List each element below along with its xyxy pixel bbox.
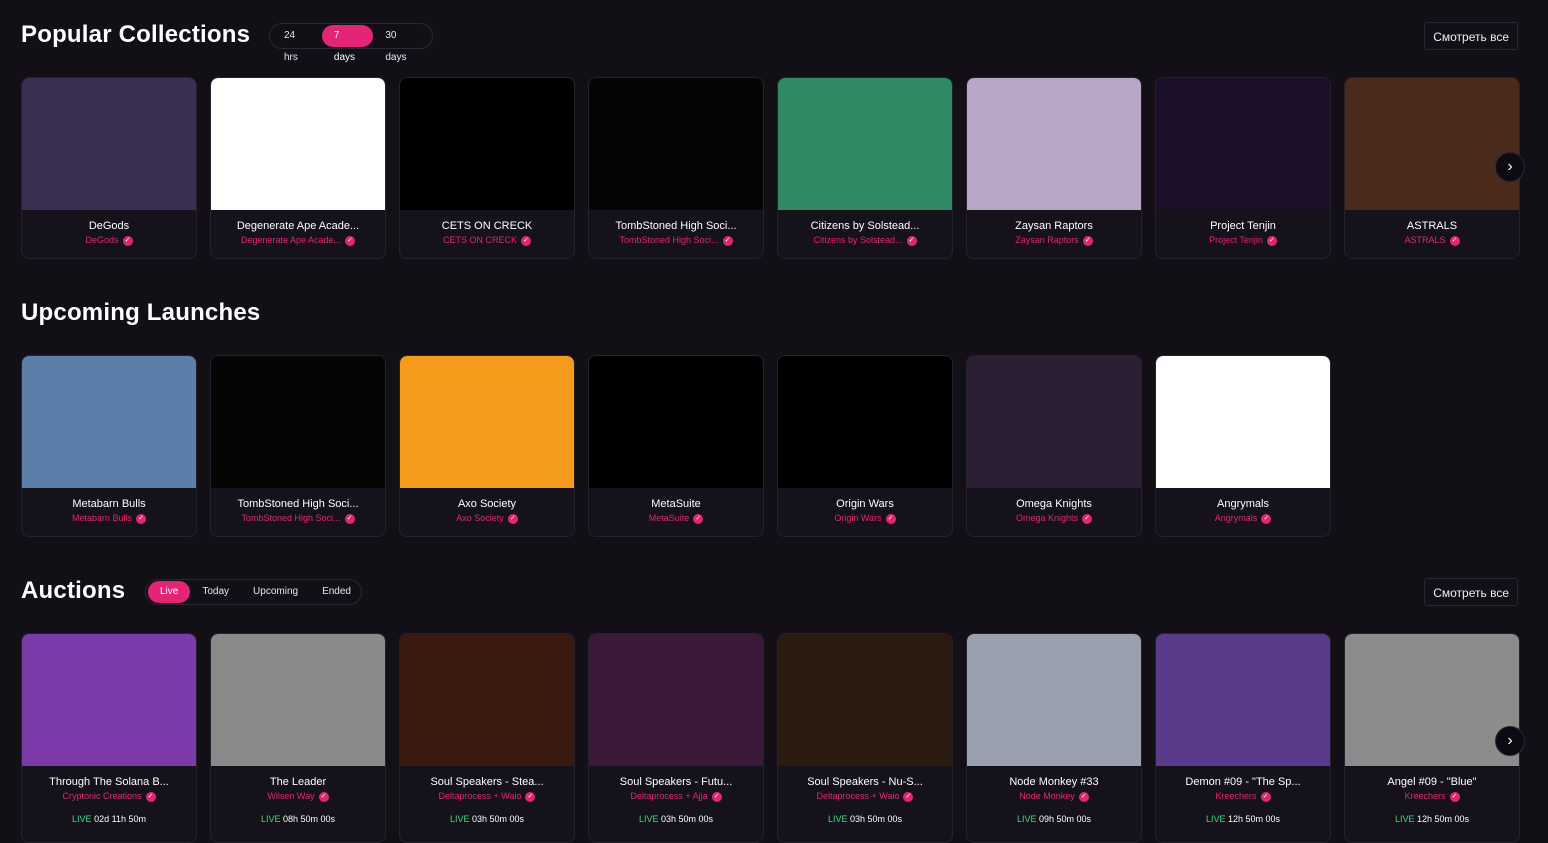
countdown-value: 12h 50m 00s (1416, 813, 1470, 824)
verified-icon: ✓ (318, 791, 329, 802)
countdown-value: 03h 50m 00s (471, 813, 525, 824)
auctions-card[interactable]: The Leader Wilsen Way ✓ LIVE 08h 50m 00s (210, 633, 386, 843)
countdown-value: 02d 11h 50m (94, 813, 146, 824)
auctions-see-all-button[interactable]: Смотреть все (1424, 578, 1518, 606)
verified-icon: ✓ (903, 791, 914, 802)
live-label: LIVE (638, 813, 659, 824)
auctions-card-creator-label: Wilsen Way (267, 791, 315, 801)
auctions-card-timer: LIVE 12h 50m 00s (1156, 814, 1330, 824)
auctions-card-timer: LIVE 08h 50m 00s (211, 814, 385, 824)
auctions-section: Auctions Live Today Upcoming Ended Смотр… (0, 0, 1548, 843)
live-label: LIVE (827, 813, 848, 824)
auctions-card-timer: LIVE 03h 50m 00s (589, 814, 763, 824)
auctions-card-creator[interactable]: Deltaprocess + Waio ✓ (400, 791, 574, 802)
auction-filter: Live Today Upcoming Ended (145, 579, 362, 605)
live-label: LIVE (1205, 813, 1226, 824)
auctions-card-creator[interactable]: Deltaprocess + Waio ✓ (778, 791, 952, 802)
auctions-card-name: Node Monkey #33 (1009, 776, 1099, 788)
auctions-card[interactable]: Demon #09 - "The Sp... Kreechers ✓ LIVE 12h… (1155, 633, 1331, 843)
verified-icon: ✓ (711, 791, 722, 802)
auctions-next-arrow-button[interactable]: › (1495, 726, 1525, 756)
filter-live[interactable]: Live (148, 581, 191, 603)
auctions-card-creator[interactable]: Node Monkey ✓ (967, 791, 1141, 802)
verified-icon: ✓ (1078, 791, 1089, 802)
auctions-card-creator[interactable]: Cryptonic Creations ✓ (22, 791, 196, 802)
auctions-card-name: The Leader (269, 776, 327, 788)
live-label: LIVE (72, 813, 92, 824)
auctions-card-creator-label: Node Monkey (1019, 791, 1075, 801)
auctions-card-creator[interactable]: Kreechers ✓ (1345, 791, 1519, 802)
auctions-card-creator-label: Kreechers (1404, 791, 1446, 801)
auctions-card[interactable]: Soul Speakers - Nu-S... Deltaprocess + Wa… (777, 633, 953, 843)
auctions-card-timer: LIVE 03h 50m 00s (778, 814, 952, 824)
auctions-card-creator[interactable]: Wilsen Way ✓ (211, 791, 385, 802)
auctions-card-image (1345, 634, 1519, 766)
auctions-card-creator[interactable]: Kreechers ✓ (1156, 791, 1330, 802)
live-label: LIVE (260, 813, 281, 824)
countdown-value: 09h 50m 00s (1038, 813, 1092, 824)
auctions-card-creator[interactable]: Deltaprocess + Ajja ✓ (589, 791, 763, 802)
auctions-card[interactable]: Node Monkey #33 Node Monkey ✓ LIVE 09h 50m … (966, 633, 1142, 843)
auctions-card-image (778, 634, 952, 766)
countdown-value: 03h 50m 00s (849, 813, 903, 824)
countdown-value: 08h 50m 00s (282, 813, 336, 824)
countdown-value: 03h 50m 00s (660, 813, 714, 824)
auctions-card[interactable]: Through The Solana B... Cryptonic Creatio… (21, 633, 197, 843)
auctions-card-timer: LIVE 02d 11h 50m (22, 814, 196, 824)
filter-ended[interactable]: Ended (310, 581, 363, 603)
auctions-card-image (589, 634, 763, 766)
auctions-title: Auctions (21, 577, 126, 604)
auctions-card-creator-label: Kreechers (1215, 791, 1257, 801)
auctions-card-name: Soul Speakers - Nu-S... (807, 776, 923, 788)
live-label: LIVE (1394, 813, 1415, 824)
auctions-card-name: Demon #09 - "The Sp... (1185, 776, 1301, 788)
filter-today[interactable]: Today (190, 581, 241, 603)
verified-icon: ✓ (1449, 791, 1460, 802)
auctions-card-image (400, 634, 574, 766)
auctions-card-creator-label: Deltaprocess + Ajja (630, 791, 708, 801)
live-label: LIVE (1016, 813, 1037, 824)
verified-icon: ✓ (145, 791, 156, 802)
auctions-card-name: Through The Solana B... (49, 776, 169, 788)
auctions-card-name: Angel #09 - "Blue" (1387, 776, 1477, 788)
auctions-card-timer: LIVE 03h 50m 00s (400, 814, 574, 824)
auctions-card-creator-label: Deltaprocess + Waio (816, 791, 900, 801)
live-label: LIVE (449, 813, 470, 824)
auctions-card-image (1156, 634, 1330, 766)
auctions-card-timer: LIVE 09h 50m 00s (967, 814, 1141, 824)
auctions-card[interactable]: Soul Speakers - Stea... Deltaprocess + Wa… (399, 633, 575, 843)
verified-icon: ✓ (1260, 791, 1271, 802)
auctions-card-name: Soul Speakers - Futu... (619, 776, 733, 788)
auctions-card-creator-label: Deltaprocess + Waio (438, 791, 522, 801)
auctions-card-image (967, 634, 1141, 766)
auctions-card-image (211, 634, 385, 766)
auctions-card[interactable]: Angel #09 - "Blue" Kreechers ✓ LIVE 12h 50m… (1344, 633, 1520, 843)
verified-icon: ✓ (525, 791, 536, 802)
auctions-card[interactable]: Soul Speakers - Futu... Deltaprocess + Aj… (588, 633, 764, 843)
auctions-card-name: Soul Speakers - Stea... (430, 776, 544, 788)
filter-upcoming[interactable]: Upcoming (241, 581, 310, 603)
countdown-value: 12h 50m 00s (1227, 813, 1281, 824)
auctions-card-timer: LIVE 12h 50m 00s (1345, 814, 1519, 824)
auctions-card-image (22, 634, 196, 766)
auctions-card-creator-label: Cryptonic Creations (62, 791, 142, 801)
